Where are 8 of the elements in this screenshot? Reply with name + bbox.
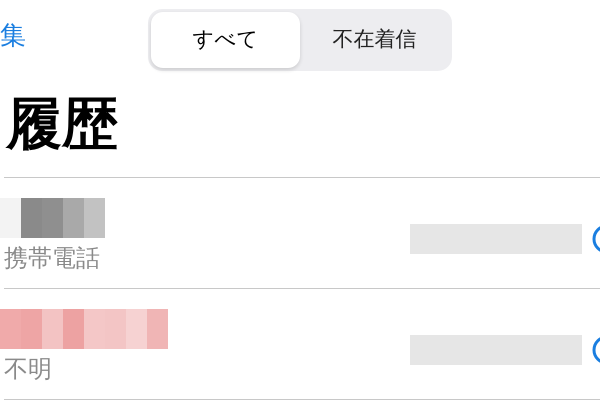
- info-icon[interactable]: [592, 335, 600, 366]
- segment-tab[interactable]: 不在着信: [300, 12, 449, 68]
- call-type-label: 携帯電話: [4, 246, 101, 270]
- edit-button[interactable]: 集: [0, 23, 26, 49]
- call-type-label: 不明: [4, 357, 53, 382]
- page-title: 履歴: [6, 97, 119, 154]
- info-icon[interactable]: [592, 224, 600, 254]
- segment-tab[interactable]: すべて: [151, 12, 300, 68]
